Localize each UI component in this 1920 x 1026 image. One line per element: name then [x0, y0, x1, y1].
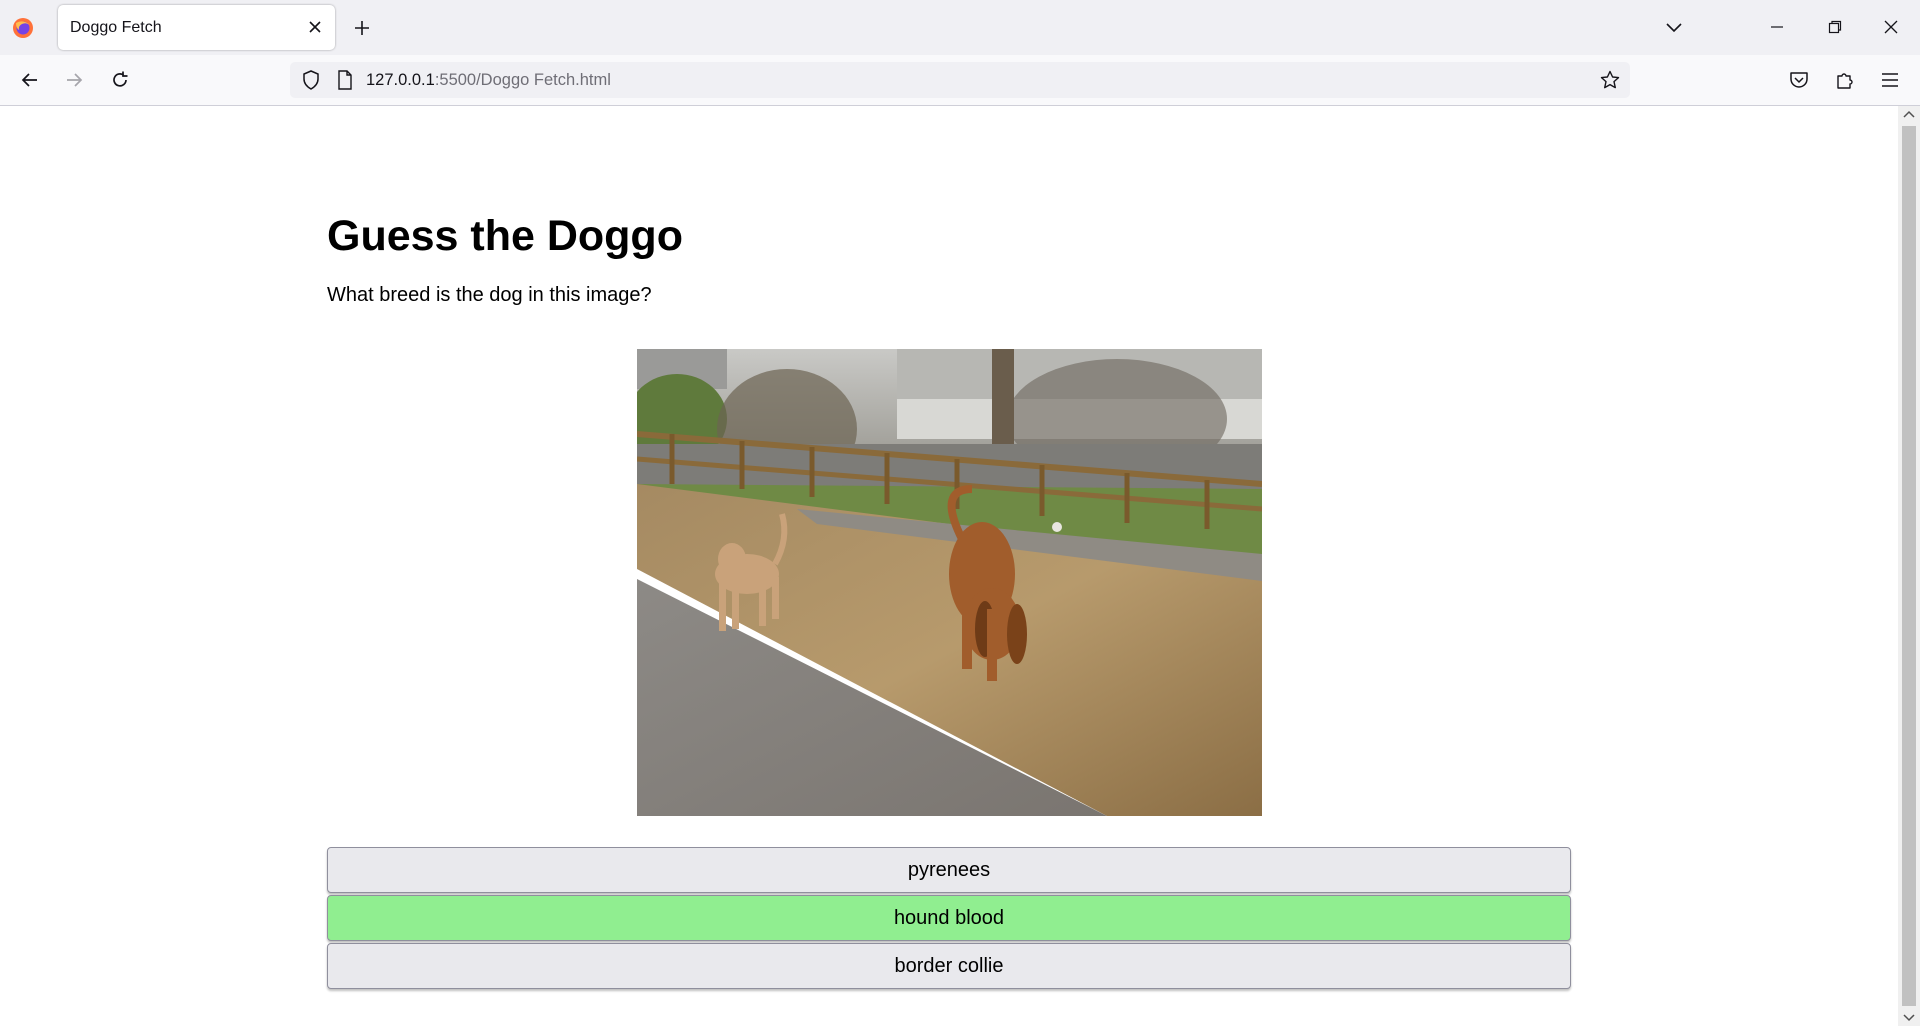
url-host: 127.0.0.1 [366, 71, 435, 89]
shield-icon[interactable] [300, 69, 322, 91]
tab-strip: Doggo Fetch [0, 0, 1920, 55]
scrollbar-thumb[interactable] [1902, 126, 1916, 1006]
arrow-left-icon[interactable] [14, 64, 46, 96]
plus-icon[interactable] [348, 14, 376, 42]
page-viewport: Guess the Doggo What breed is the dog in… [0, 106, 1898, 1026]
arrow-right-icon[interactable] [58, 64, 90, 96]
page-scrollbar[interactable] [1898, 106, 1920, 1026]
answer-button-pyrenees[interactable]: pyrenees [327, 847, 1571, 893]
puzzle-icon[interactable] [1829, 64, 1861, 96]
url-text[interactable]: 127.0.0.1:5500/Doggo Fetch.html [366, 71, 611, 90]
scroll-up-icon[interactable] [1903, 110, 1915, 118]
minimize-icon[interactable] [1762, 12, 1792, 42]
reload-icon[interactable] [104, 64, 136, 96]
dog-photo-illustration [637, 349, 1262, 816]
page-title: Guess the Doggo [327, 212, 683, 260]
url-path: :5500/Doggo Fetch.html [434, 71, 611, 89]
firefox-logo-icon [13, 18, 33, 38]
page-icon[interactable] [334, 69, 356, 91]
star-icon[interactable] [1598, 68, 1622, 92]
pocket-icon[interactable] [1783, 64, 1815, 96]
close-icon[interactable] [303, 15, 327, 39]
hamburger-icon[interactable] [1874, 64, 1906, 96]
tab-title: Doggo Fetch [70, 19, 162, 36]
scroll-down-icon[interactable] [1903, 1014, 1915, 1022]
restore-icon[interactable] [1820, 12, 1850, 42]
active-tab[interactable]: Doggo Fetch [58, 5, 335, 50]
navigation-bar: 127.0.0.1:5500/Doggo Fetch.html [0, 55, 1920, 106]
url-bar[interactable]: 127.0.0.1:5500/Doggo Fetch.html [290, 62, 1630, 98]
answer-button-hound-blood[interactable]: hound blood [327, 895, 1571, 941]
dog-photo [637, 349, 1262, 816]
chevron-down-icon[interactable] [1660, 14, 1688, 42]
question-text: What breed is the dog in this image? [327, 284, 652, 306]
answer-button-border-collie[interactable]: border collie [327, 943, 1571, 989]
window-close-icon[interactable] [1876, 12, 1906, 42]
